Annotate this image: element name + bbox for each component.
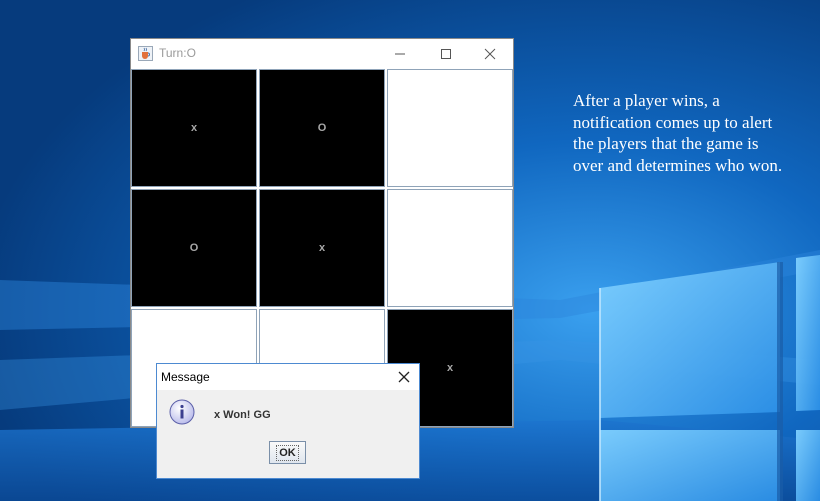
- java-cup-icon: [138, 46, 153, 61]
- info-icon: [169, 399, 195, 425]
- ok-button-label: OK: [276, 444, 299, 461]
- maximize-icon: [441, 49, 451, 59]
- maximize-button[interactable]: [423, 39, 469, 69]
- board-cell-3[interactable]: [387, 69, 513, 187]
- message-dialog: Message x Won! GG OK: [156, 363, 420, 479]
- ok-button[interactable]: OK: [269, 441, 306, 464]
- window-titlebar[interactable]: Turn:O: [131, 39, 513, 69]
- close-button[interactable]: [467, 39, 513, 69]
- close-icon: [484, 48, 496, 60]
- dialog-close-button[interactable]: [389, 364, 419, 390]
- window-title: Turn:O: [159, 46, 196, 60]
- dialog-message: x Won! GG: [214, 409, 271, 421]
- dialog-titlebar[interactable]: Message: [157, 364, 419, 390]
- board-cell-6[interactable]: [387, 189, 513, 307]
- minimize-icon: [395, 53, 405, 55]
- board-cell-2[interactable]: O: [259, 69, 385, 187]
- close-icon: [398, 371, 410, 383]
- board-cell-4[interactable]: O: [131, 189, 257, 307]
- board-cell-5[interactable]: x: [259, 189, 385, 307]
- desktop-caption: After a player wins, a notification come…: [573, 91, 783, 175]
- minimize-button[interactable]: [377, 39, 423, 69]
- dialog-title: Message: [161, 370, 210, 384]
- board-cell-1[interactable]: x: [131, 69, 257, 187]
